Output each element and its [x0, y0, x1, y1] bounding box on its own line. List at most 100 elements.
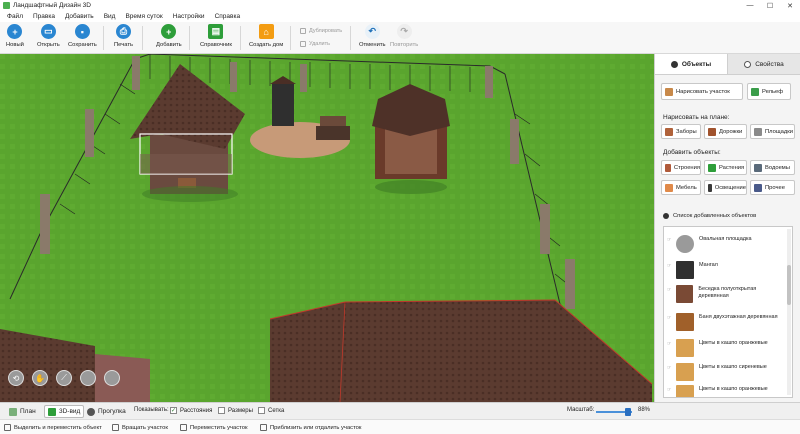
list-item[interactable]: ☞ Мангал	[664, 261, 786, 279]
list-item[interactable]: ☞ Овальная площадка	[664, 235, 786, 253]
object-list[interactable]: ☞ Овальная площадка ☞ Мангал ☞ Беседка п…	[663, 226, 793, 398]
new-file-icon: +	[7, 24, 23, 39]
duplicate-label: Дублировать	[309, 28, 343, 34]
building-icon	[665, 163, 671, 172]
other-button[interactable]: Прочее	[750, 180, 795, 195]
object-list-label: Список добавленных объектов	[673, 213, 757, 219]
checkmark-icon: ✓	[170, 407, 177, 414]
relief-button[interactable]: Рельеф	[747, 83, 791, 100]
catalog-button[interactable]: ▤ Справочник	[200, 24, 232, 48]
delete-button[interactable]: Удалить	[300, 41, 330, 47]
menu-help[interactable]: Справка	[210, 13, 246, 20]
catalog-label: Справочник	[200, 42, 232, 48]
build-house-label: Создать дом	[249, 42, 284, 48]
slider-knob[interactable]	[624, 408, 631, 416]
patio-thumb-icon	[676, 235, 694, 253]
print-button[interactable]: ⎙ Печать	[114, 24, 133, 48]
view-plan-label: План	[20, 408, 36, 415]
menu-view[interactable]: Вид	[99, 13, 121, 20]
list-item[interactable]: ☞ Цветы в кашпо оранжевые	[664, 385, 786, 397]
save-label: Сохранить	[68, 42, 97, 48]
flowerpot-thumb-icon	[676, 385, 694, 397]
new-button[interactable]: + Новый	[6, 24, 24, 48]
redo-button[interactable]: ↷ Повторить	[390, 24, 418, 48]
list-item[interactable]: ☞ Баня двухэтажная деревянная	[664, 313, 786, 331]
list-item[interactable]: ☞ Цветы в кашпо сиреневые	[664, 363, 786, 381]
zoom-icon	[260, 424, 267, 431]
distance-checkbox[interactable]: ✓ Расстояния	[170, 407, 212, 414]
zoom-out-icon[interactable]	[104, 370, 120, 386]
objects-panel: Объекты Свойства Нарисовать участок Рель…	[654, 54, 800, 402]
other-label: Прочее	[765, 184, 785, 191]
duplicate-button[interactable]: Дублировать	[300, 28, 342, 34]
grid-checkbox[interactable]: Сетка	[258, 407, 284, 414]
buildings-button[interactable]: Строения	[661, 160, 701, 175]
add-button[interactable]: + Добавить	[156, 24, 182, 48]
zoom-in-icon[interactable]	[80, 370, 96, 386]
draw-on-plan-heading: Нарисовать на плане:	[663, 114, 730, 121]
pan-hand-icon[interactable]: ✋	[32, 370, 48, 386]
build-house-button[interactable]: ⌂ Создать дом	[249, 24, 283, 48]
floppy-icon: ▪	[74, 24, 90, 39]
checkbox-icon	[258, 407, 265, 414]
list-item[interactable]: ☞ Цветы в кашпо оранжевые	[664, 339, 786, 357]
list-item-label: Баня двухэтажная деревянная	[699, 314, 778, 320]
grill	[270, 76, 296, 126]
scale-slider[interactable]	[596, 408, 632, 416]
list-item-label: Беседка полуоткрытая деревянная	[698, 286, 757, 299]
scrollbar-thumb[interactable]	[787, 265, 791, 305]
lamp-icon	[708, 183, 712, 192]
menu-add[interactable]: Добавить	[60, 13, 99, 20]
maximize-button[interactable]: ☐	[760, 0, 780, 11]
3d-tree-icon	[48, 407, 56, 416]
close-button[interactable]: ✕	[780, 0, 800, 11]
open-button[interactable]: ▭ Открыть	[37, 24, 60, 48]
areas-button[interactable]: Площадки	[750, 124, 795, 139]
terrain-icon	[751, 87, 759, 96]
3d-viewport[interactable]: ⟲ ✋ ⟋	[0, 54, 654, 402]
menu-time-of-day[interactable]: Время суток	[120, 13, 167, 20]
fences-button[interactable]: Заборы	[661, 124, 701, 139]
furniture-button[interactable]: Мебель	[661, 180, 701, 195]
tab-objects[interactable]: Объекты	[655, 54, 728, 74]
view-3d-button[interactable]: 3D-вид	[44, 405, 85, 418]
view-walk-button[interactable]: Прогулка	[84, 405, 129, 418]
menu-settings[interactable]: Настройки	[168, 13, 210, 20]
walker-icon	[87, 407, 95, 416]
scale-label: Масштаб:	[567, 407, 595, 413]
gazebo	[372, 84, 450, 194]
tab-properties[interactable]: Свойства	[728, 54, 800, 74]
delete-label: Удалить	[309, 41, 330, 47]
ruler-icon[interactable]: ⟋	[56, 370, 72, 386]
hand-icon: ☞	[667, 365, 672, 371]
rotate-icon	[112, 424, 119, 431]
plants-button[interactable]: Растения	[704, 160, 747, 175]
rotate-camera-icon[interactable]: ⟲	[8, 370, 24, 386]
view-plan-button[interactable]: План	[6, 405, 39, 418]
view-3d-label: 3D-вид	[59, 408, 81, 415]
gazebo-thumb-icon	[675, 285, 694, 303]
redo-label: Повторить	[390, 42, 419, 48]
list-item[interactable]: ☞ Беседка полуоткрытая деревянная	[664, 285, 786, 303]
minimize-button[interactable]: —	[740, 0, 760, 11]
fences-label: Заборы	[676, 128, 697, 135]
checkbox-icon	[218, 407, 225, 414]
menu-file[interactable]: Файл	[2, 13, 28, 20]
ponds-button[interactable]: Водоемы	[750, 160, 795, 175]
sizes-checkbox[interactable]: Размеры	[218, 407, 253, 414]
draw-plot-button[interactable]: Нарисовать участок	[661, 83, 743, 100]
undo-button[interactable]: ↶ Отменить	[359, 24, 386, 48]
paths-button[interactable]: Дорожки	[704, 124, 747, 139]
hint-move-label: Переместить участок	[190, 424, 248, 431]
add-objects-heading: Добавить объекты:	[663, 149, 721, 156]
ponds-label: Водоемы	[765, 164, 790, 171]
trash-icon	[300, 41, 306, 47]
window-controls: — ☐ ✕	[740, 0, 800, 11]
hint-zoom: Приблизить или отдалить участок	[260, 424, 361, 431]
lighting-button[interactable]: Освещение	[704, 180, 747, 195]
show-label: Показывать:	[134, 407, 169, 413]
menu-edit[interactable]: Правка	[28, 13, 60, 20]
save-button[interactable]: ▪ Сохранить	[68, 24, 97, 48]
app-window: Ландшафтный Дизайн 3D — ☐ ✕ Файл Правка …	[0, 0, 800, 434]
list-scrollbar[interactable]	[787, 229, 791, 395]
